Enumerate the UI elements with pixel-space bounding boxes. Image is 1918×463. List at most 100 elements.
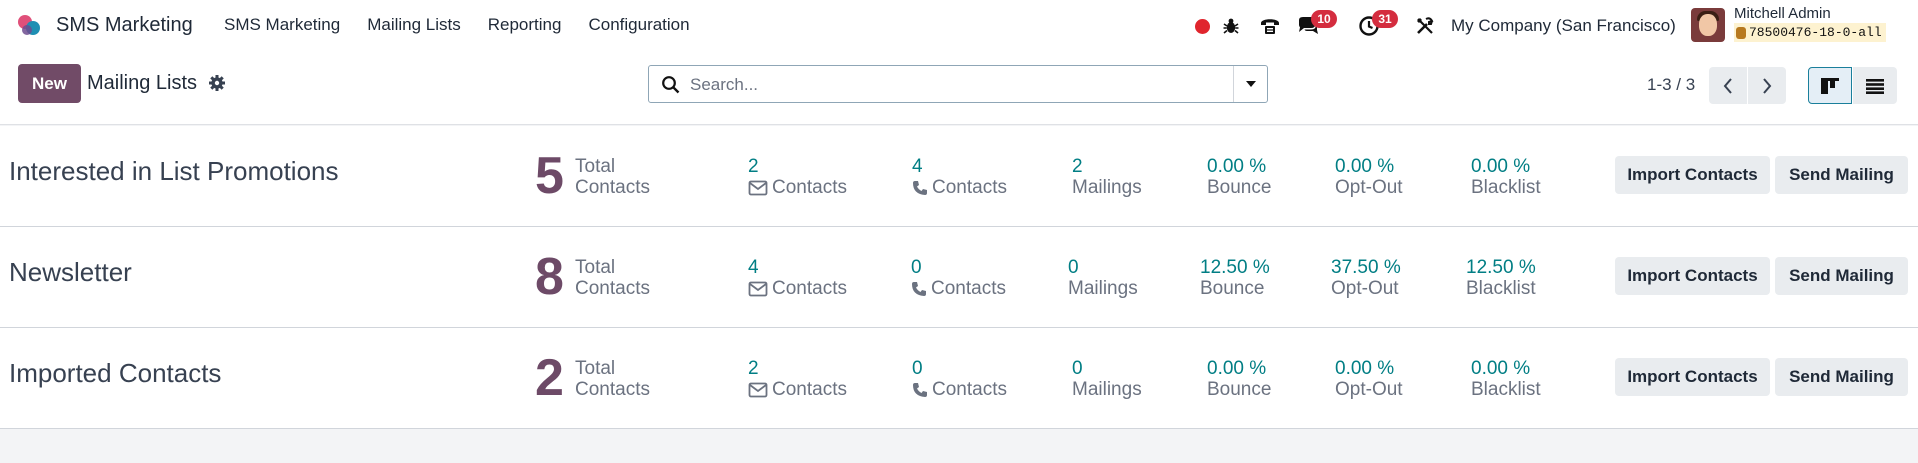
menu-item-configuration[interactable]: Configuration [588, 15, 689, 35]
phone-icon [912, 281, 926, 296]
send-mailing-button[interactable]: Send Mailing [1775, 156, 1908, 194]
sms-contacts-label: Contacts [932, 177, 1007, 198]
email-contacts-stat[interactable]: 2 Contacts [748, 358, 847, 400]
bounce-label: Bounce [1207, 177, 1272, 198]
blacklist-value: 0.00 % [1471, 358, 1531, 379]
page-title: Mailing Lists [87, 72, 198, 94]
sms-contacts-stat[interactable]: 0 Contacts [911, 257, 1006, 299]
mailing-list-name[interactable]: Imported Contacts [9, 358, 221, 389]
database-icon [1736, 26, 1746, 39]
bounce-value: 0.00 % [1207, 156, 1267, 177]
chevron-left-icon [1723, 77, 1732, 94]
mailings-stat[interactable]: 0 Mailings [1068, 257, 1138, 299]
bounce-value: 0.00 % [1207, 358, 1267, 379]
bounce-stat[interactable]: 0.00 % Bounce [1207, 358, 1271, 400]
list-icon [1866, 78, 1884, 94]
sms-contacts-value: 4 [912, 156, 923, 177]
bounce-label: Bounce [1207, 379, 1272, 400]
total-contacts-count[interactable]: 5 [535, 150, 564, 202]
send-mailing-button[interactable]: Send Mailing [1775, 257, 1908, 295]
mailings-stat[interactable]: 2 Mailings [1072, 156, 1142, 198]
opt-out-label: Opt-Out [1335, 379, 1403, 400]
blacklist-label: Blacklist [1466, 278, 1536, 299]
blacklist-stat[interactable]: 0.00 % Blacklist [1471, 156, 1541, 198]
email-contacts-stat[interactable]: 4 Contacts [748, 257, 847, 299]
opt-out-label: Opt-Out [1335, 177, 1403, 198]
menu-item-mailing-lists[interactable]: Mailing Lists [367, 15, 461, 35]
chevron-right-icon [1763, 77, 1772, 94]
email-contacts-stat[interactable]: 2 Contacts [748, 156, 847, 198]
total-contacts-label: Total Contacts [575, 257, 650, 299]
kanban-record[interactable]: Imported Contacts 2 Total Contacts 2 Cont… [0, 328, 1918, 429]
mailings-stat[interactable]: 0 Mailings [1072, 358, 1142, 400]
mailing-list-name[interactable]: Newsletter [9, 257, 132, 288]
opt-out-stat[interactable]: 37.50 % Opt-Out [1331, 257, 1401, 299]
database-tag: 78500476-18-0-all [1734, 23, 1886, 42]
main-menu: SMS Marketing Mailing Lists Reporting Co… [224, 15, 717, 35]
kanban-background [0, 430, 1918, 463]
email-contacts-value: 2 [748, 358, 759, 379]
opt-out-value: 0.00 % [1335, 156, 1395, 177]
kanban-icon [1821, 77, 1839, 94]
kanban-record[interactable]: Interested in List Promotions 5 Total Con… [0, 126, 1918, 227]
pager-value[interactable]: 1-3 / 3 [1647, 75, 1695, 95]
menu-item-reporting[interactable]: Reporting [488, 15, 562, 35]
import-contacts-button[interactable]: Import Contacts [1615, 156, 1770, 194]
blacklist-stat[interactable]: 0.00 % Blacklist [1471, 358, 1541, 400]
mailing-list-name[interactable]: Interested in List Promotions [9, 156, 339, 187]
total-contacts-count[interactable]: 2 [535, 352, 564, 404]
sms-contacts-value: 0 [912, 358, 923, 379]
user-name[interactable]: Mitchell Admin [1734, 5, 1831, 22]
database-name: 78500476-18-0-all [1749, 25, 1882, 40]
tools-icon[interactable] [1410, 0, 1440, 52]
search-bar [648, 65, 1268, 103]
menu-item-sms-marketing[interactable]: SMS Marketing [224, 15, 340, 35]
sms-contacts-stat[interactable]: 0 Contacts [912, 358, 1007, 400]
sms-marketing-app-icon[interactable] [16, 12, 46, 38]
bounce-stat[interactable]: 0.00 % Bounce [1207, 156, 1271, 198]
mailings-label: Mailings [1068, 278, 1138, 299]
total-contacts-count[interactable]: 8 [535, 251, 564, 303]
blacklist-label: Blacklist [1471, 379, 1541, 400]
search-input[interactable] [690, 72, 1210, 98]
list-view-button[interactable] [1853, 67, 1897, 104]
phone-icon [913, 382, 927, 397]
kanban-view-button[interactable] [1808, 67, 1852, 104]
opt-out-label: Opt-Out [1331, 278, 1399, 299]
email-contacts-label: Contacts [772, 177, 847, 198]
sms-contacts-value: 0 [911, 257, 922, 278]
import-contacts-button[interactable]: Import Contacts [1615, 358, 1770, 396]
opt-out-stat[interactable]: 0.00 % Opt-Out [1335, 156, 1403, 198]
kanban-record[interactable]: Newsletter 8 Total Contacts 4 Contacts 0 … [0, 227, 1918, 328]
control-panel: New Mailing Lists 1-3 / 3 [0, 52, 1918, 125]
phone-icon[interactable] [1255, 0, 1285, 52]
mailing-list-kanban: Interested in List Promotions 5 Total Con… [0, 126, 1918, 429]
envelope-icon [748, 382, 768, 397]
app-name[interactable]: SMS Marketing [56, 14, 193, 37]
import-contacts-button[interactable]: Import Contacts [1615, 257, 1770, 295]
new-button[interactable]: New [18, 64, 81, 103]
pager-previous-button[interactable] [1709, 67, 1747, 104]
envelope-icon [748, 180, 768, 195]
email-contacts-value: 4 [748, 257, 759, 278]
opt-out-stat[interactable]: 0.00 % Opt-Out [1335, 358, 1403, 400]
top-navbar: SMS Marketing SMS Marketing Mailing List… [0, 0, 1918, 52]
caret-down-icon [1246, 81, 1256, 87]
email-contacts-label: Contacts [772, 278, 847, 299]
activities-badge: 31 [1372, 10, 1398, 28]
sms-contacts-stat[interactable]: 4 Contacts [912, 156, 1007, 198]
mailings-value: 0 [1072, 358, 1083, 379]
phone-icon [913, 180, 927, 195]
gear-icon[interactable] [208, 74, 226, 92]
email-contacts-label: Contacts [772, 379, 847, 400]
bounce-stat[interactable]: 12.50 % Bounce [1200, 257, 1270, 299]
company-switcher[interactable]: My Company (San Francisco) [1451, 16, 1676, 36]
blacklist-stat[interactable]: 12.50 % Blacklist [1466, 257, 1536, 299]
send-mailing-button[interactable]: Send Mailing [1775, 358, 1908, 396]
search-options-toggle[interactable] [1233, 66, 1268, 102]
user-avatar[interactable] [1691, 8, 1725, 42]
record-dot-icon[interactable] [1190, 0, 1214, 52]
search-icon [661, 75, 681, 95]
bug-icon[interactable] [1218, 0, 1244, 52]
pager-next-button[interactable] [1748, 67, 1786, 104]
